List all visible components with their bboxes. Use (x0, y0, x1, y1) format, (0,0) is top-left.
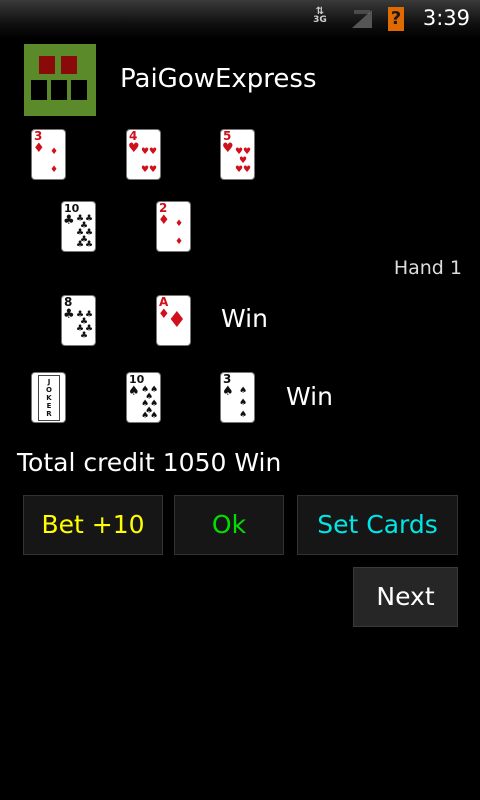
logo-block (71, 80, 87, 100)
card-dealer-2[interactable]: 4 ♥ ♥ ♥ ♥ ♥ (127, 130, 160, 179)
next-button[interactable]: Next (353, 567, 458, 627)
app-logo-icon (24, 44, 96, 116)
signal-icon (352, 10, 372, 28)
logo-block (61, 56, 77, 74)
alert-icon: ? (388, 7, 404, 31)
club-icon: ♣ (80, 331, 89, 341)
spade-icon: ♠ (239, 386, 248, 396)
diamond-icon: ♦ (50, 147, 59, 157)
card-dealer-4[interactable]: 10 ♣ ♣ ♣ ♣ ♣ ♣ ♣ ♣ ♣ (62, 202, 95, 251)
club-icon: ♣ (85, 240, 94, 250)
card-dealer-1[interactable]: 3 ♦ ♦ ♦ (32, 130, 65, 179)
high-hand-result: Win (286, 382, 333, 411)
heart-icon: ♥ (243, 165, 252, 175)
diamond-icon: ♦ (175, 237, 184, 247)
card-player-low-1[interactable]: 8 ♣ ♣ ♣ ♣ ♣ ♣ ♣ (62, 296, 95, 345)
club-icon: ♣ (76, 240, 85, 250)
network-3g-icon: ⇅ 3G (313, 6, 327, 25)
card-player-high-3[interactable]: 3 ♠ ♠ ♠ ♠ (221, 373, 254, 422)
heart-icon: ♥ (149, 165, 158, 175)
spade-icon: ♠ (239, 398, 248, 408)
card-suit: ♥ (128, 141, 140, 156)
heart-icon: ♥ (141, 147, 150, 157)
card-dealer-3[interactable]: 5 ♥ ♥ ♥ ♥ ♥ ♥ (221, 130, 254, 179)
spade-icon: ♠ (239, 410, 248, 420)
card-suit: ♦ (158, 213, 170, 228)
card-suit: ♠ (222, 384, 234, 399)
card-rank: JOKER (46, 378, 52, 418)
diamond-icon: ♦ (167, 308, 187, 333)
card-suit: ♥ (222, 141, 234, 156)
card-dealer-5[interactable]: 2 ♦ ♦ ♦ (157, 202, 190, 251)
spade-icon: ♠ (150, 411, 159, 421)
logo-block (51, 80, 67, 100)
hand-label: Hand 1 (393, 257, 462, 279)
low-hand-result: Win (221, 304, 268, 333)
heart-icon: ♥ (235, 165, 244, 175)
status-bar: ⇅ 3G ? 3:39 (0, 0, 480, 38)
card-player-low-2[interactable]: A ♦ ♦ (157, 296, 190, 345)
network-label: 3G (313, 15, 327, 25)
logo-block (31, 80, 47, 100)
heart-icon: ♥ (141, 165, 150, 175)
logo-block (39, 56, 55, 74)
set-cards-button[interactable]: Set Cards (297, 495, 458, 555)
joker-face: JOKER (38, 375, 60, 421)
ok-button[interactable]: Ok (174, 495, 284, 555)
spade-icon: ♠ (141, 411, 150, 421)
card-suit: ♣ (63, 307, 75, 322)
heart-icon: ♥ (149, 147, 158, 157)
diamond-icon: ♦ (175, 219, 184, 229)
app-title: PaiGowExpress (120, 64, 317, 94)
card-suit: ♦ (33, 141, 45, 156)
bet-button[interactable]: Bet +10 (23, 495, 163, 555)
card-player-high-2[interactable]: 10 ♠ ♠ ♠ ♠ ♠ ♠ ♠ ♠ ♠ (127, 373, 160, 422)
diamond-icon: ♦ (50, 165, 59, 175)
card-suit: ♣ (63, 213, 75, 228)
clock-time: 3:39 (422, 6, 470, 30)
card-suit: ♠ (128, 384, 140, 399)
card-player-high-1[interactable]: JOKER (32, 373, 65, 422)
total-credit: Total credit 1050 Win (17, 448, 282, 477)
